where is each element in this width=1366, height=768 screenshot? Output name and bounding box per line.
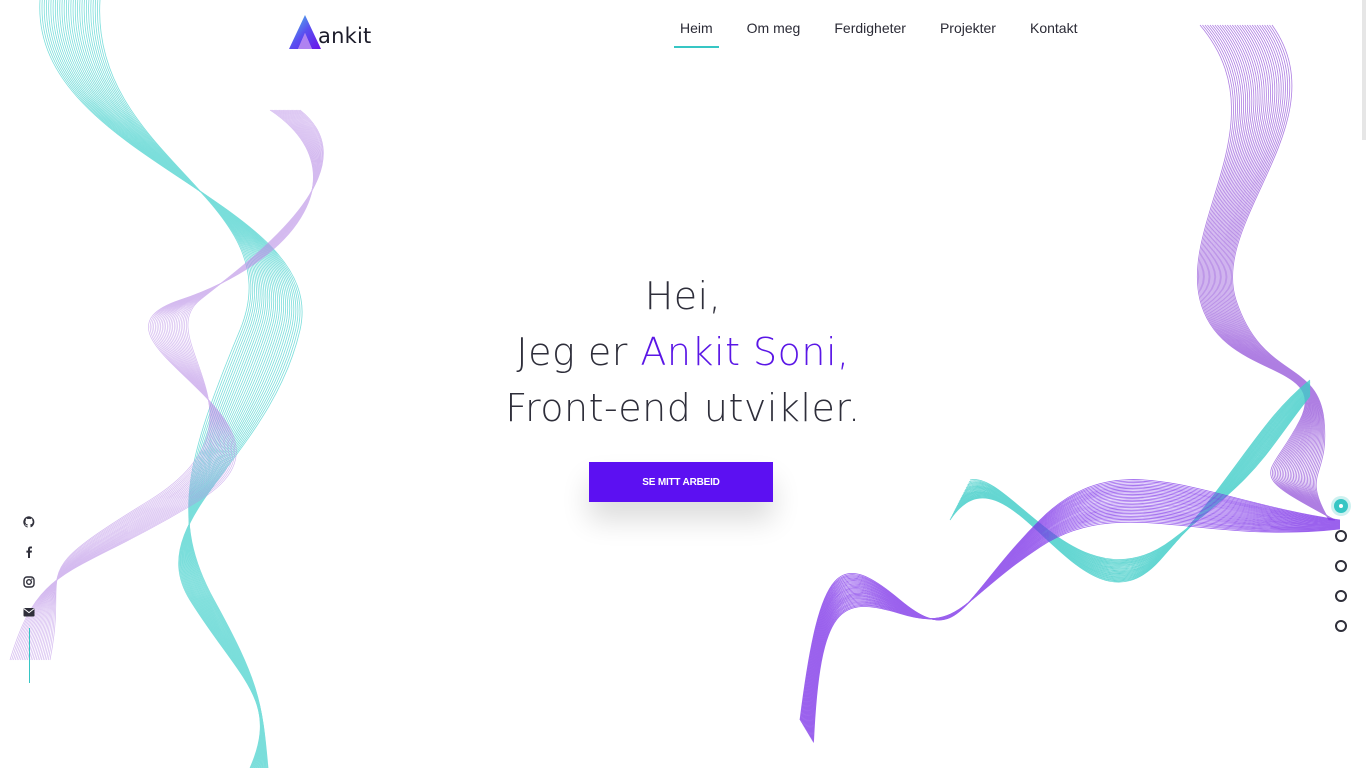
hero-intro-prefix: Jeg er [516, 330, 641, 374]
hero-section: Hei, Jeg er Ankit Soni, Front-end utvikl… [0, 268, 1366, 436]
social-divider-line [28, 628, 30, 683]
nav-item-heim[interactable]: Heim [674, 20, 719, 48]
right-violet-wave [799, 479, 1341, 743]
section-dot-1[interactable] [1334, 499, 1348, 513]
hero-name: Ankit Soni, [640, 330, 850, 374]
brand-name: ankit [318, 24, 372, 48]
nav-item-om-meg[interactable]: Om meg [747, 20, 801, 48]
facebook-icon[interactable] [21, 544, 37, 560]
see-my-work-button[interactable]: SE MITT ARBEID [589, 462, 773, 502]
brand-logo[interactable]: ankit [288, 12, 371, 50]
scrollbar[interactable] [1362, 0, 1366, 140]
instagram-icon[interactable] [21, 574, 37, 590]
section-dot-5[interactable] [1335, 620, 1347, 632]
github-icon[interactable] [21, 514, 37, 530]
hero-greeting: Hei, [644, 274, 722, 318]
social-links [21, 514, 37, 683]
hero-role: Front-end utvikler. [505, 386, 861, 430]
hero-intro: Jeg er Ankit Soni, [0, 324, 1366, 380]
envelope-icon[interactable] [21, 604, 37, 620]
section-dots [1331, 496, 1351, 641]
nav-item-projekter[interactable]: Projekter [940, 20, 996, 48]
main-nav: Heim Om meg Ferdigheter Projekter Kontak… [674, 20, 1111, 48]
nav-item-kontakt[interactable]: Kontakt [1030, 20, 1077, 48]
section-dot-4[interactable] [1335, 590, 1347, 602]
nav-item-ferdigheter[interactable]: Ferdigheter [834, 20, 906, 48]
section-dot-2[interactable] [1335, 530, 1347, 542]
section-dot-3[interactable] [1335, 560, 1347, 572]
ankit-logo-icon [289, 15, 321, 49]
